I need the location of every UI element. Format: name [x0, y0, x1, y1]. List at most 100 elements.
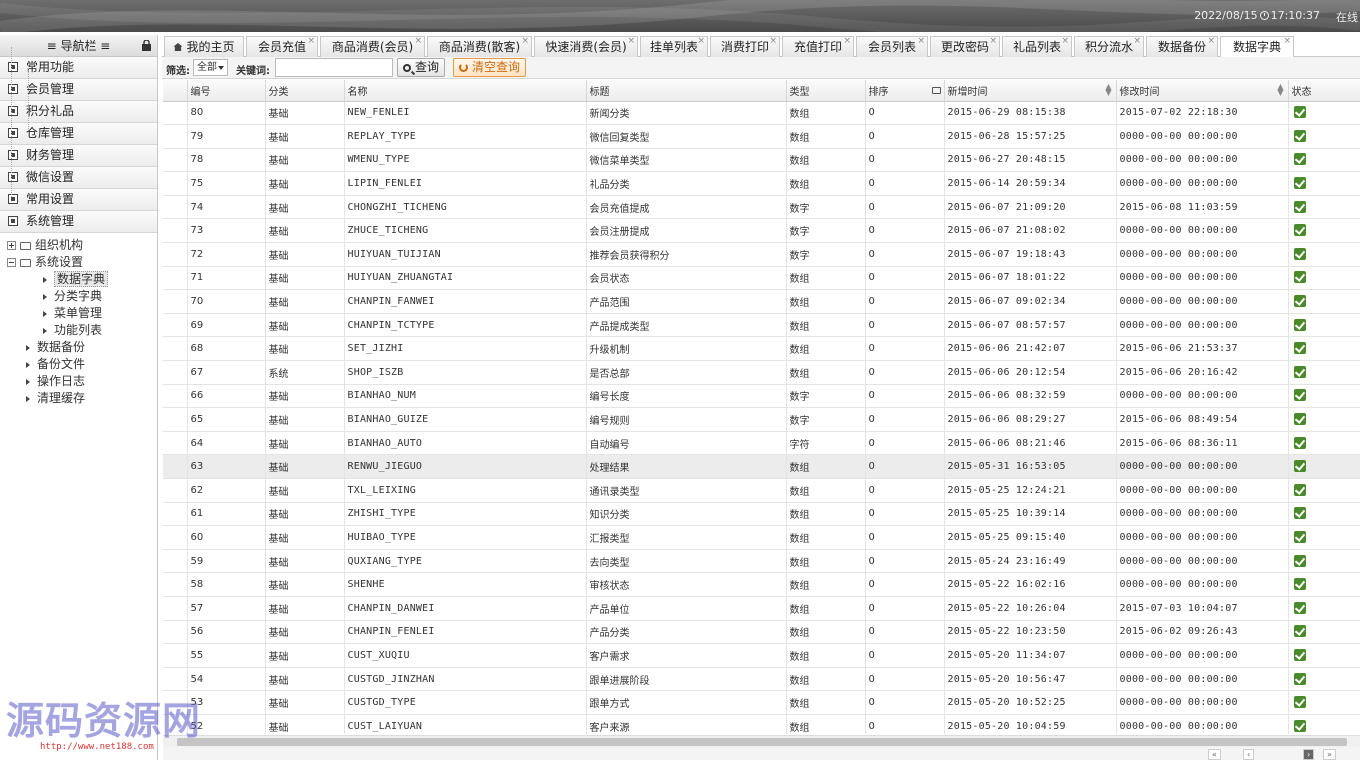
close-icon[interactable]: ×	[843, 31, 851, 51]
tree-node-menu-manage[interactable]: 菜单管理	[0, 305, 157, 322]
close-icon[interactable]: ×	[1283, 31, 1291, 51]
close-icon[interactable]: ×	[521, 31, 529, 51]
sidebar-item-wechat[interactable]: 微信设置	[0, 167, 157, 189]
check-icon[interactable]	[1293, 672, 1306, 685]
check-icon[interactable]	[1293, 507, 1306, 520]
clear-query-button[interactable]: 清空查询	[453, 58, 527, 77]
search-button[interactable]: 查询	[397, 58, 446, 77]
close-icon[interactable]: ×	[414, 31, 422, 51]
sidebar-item-common[interactable]: 常用功能	[0, 57, 157, 79]
tree-node-org[interactable]: 组织机构	[0, 237, 157, 254]
table-row[interactable]: 57 基础 CHANPIN_DANWEI 产品单位 数组 0 2015-05-22 10:2…	[163, 596, 1360, 621]
table-row[interactable]: 72 基础 HUIYUAN_TUIJIAN 推荐会员获得积分 数字 0 2015-06-07…	[163, 242, 1360, 267]
check-icon[interactable]	[1293, 247, 1306, 260]
check-icon[interactable]	[1293, 177, 1306, 190]
check-icon[interactable]	[1293, 295, 1306, 308]
check-icon[interactable]	[1293, 318, 1306, 331]
table-row[interactable]: 71 基础 HUIYUAN_ZHUANGTAI 会员状态 数组 0 2015-06-07 1…	[163, 266, 1360, 291]
sidebar-item-settings[interactable]: 常用设置	[0, 189, 157, 211]
lock-icon[interactable]	[142, 40, 151, 51]
table-row[interactable]: 55 基础 CUST_XUQIU 客户需求 数组 0 2015-05-20 11:34:07…	[163, 643, 1360, 668]
close-icon[interactable]: ×	[1061, 31, 1069, 51]
check-icon[interactable]	[1293, 342, 1306, 355]
tab-home[interactable]: 我的主页	[164, 36, 244, 57]
table-row[interactable]: 75 基础 LIPIN_FENLEI 礼品分类 数组 0 2015-06-14 20:59:…	[163, 171, 1360, 196]
tree-expand-icon[interactable]	[7, 241, 16, 250]
table-row[interactable]: 56 基础 CHANPIN_FENLEI 产品分类 数组 0 2015-05-22 10:2…	[163, 620, 1360, 645]
tab-recharge-print[interactable]: 充值打印 ×	[782, 36, 854, 57]
column-id[interactable]: 编号	[187, 80, 266, 102]
tab-change-password[interactable]: 更改密码 ×	[930, 36, 1000, 57]
tree-node-backup[interactable]: 数据备份	[0, 339, 157, 356]
tab-gift-list[interactable]: 礼品列表 ×	[1002, 36, 1072, 57]
tab-consume-member[interactable]: 商品消费(会员) ×	[320, 36, 425, 57]
check-icon[interactable]	[1293, 625, 1306, 638]
table-row[interactable]: 67 系统 SHOP_ISZB 是否总部 数组 0 2015-06-06 20:12:54 2…	[163, 360, 1360, 385]
table-row[interactable]: 52 基础 CUST_LAIYUAN 客户来源 数组 0 2015-05-20 10:04:…	[163, 714, 1360, 734]
check-icon[interactable]	[1293, 153, 1306, 166]
table-row[interactable]: 73 基础 ZHUCE_TICHENG 会员注册提成 数字 0 2015-06-07 21:…	[163, 218, 1360, 244]
tree-node-function-list[interactable]: 功能列表	[0, 322, 157, 339]
tab-quick-consume[interactable]: 快速消费(会员) ×	[534, 36, 638, 57]
check-icon[interactable]	[1293, 601, 1306, 614]
check-icon[interactable]	[1293, 389, 1306, 402]
close-icon[interactable]: ×	[627, 31, 635, 51]
sidebar-item-members[interactable]: 会员管理	[0, 79, 157, 101]
check-icon[interactable]	[1293, 483, 1306, 496]
check-icon[interactable]	[1293, 365, 1306, 378]
column-title[interactable]: 标题	[586, 80, 787, 102]
tree-collapse-icon[interactable]	[7, 258, 16, 267]
column-created[interactable]: 新增时间 ▲ ▼	[944, 80, 1117, 102]
table-row[interactable]: 62 基础 TXL_LEIXING 通讯录类型 数组 0 2015-05-25 12:24:…	[163, 478, 1360, 503]
check-icon[interactable]	[1293, 106, 1306, 119]
tab-member-list[interactable]: 会员列表 ×	[856, 36, 928, 57]
pager-button[interactable]: ›	[1303, 749, 1315, 760]
table-row[interactable]: 65 基础 BIANHAO_GUIZE 编号规则 数字 0 2015-06-06 08:29…	[163, 407, 1360, 432]
tab-pending-orders[interactable]: 挂单列表 ×	[640, 36, 708, 57]
tree-node-oplog[interactable]: 操作日志	[0, 373, 157, 390]
check-icon[interactable]	[1293, 200, 1306, 213]
table-row[interactable]: 66 基础 BIANHAO_NUM 编号长度 数字 0 2015-06-06 08:32:5…	[163, 384, 1360, 409]
column-modified[interactable]: 修改时间 ▲ ▼	[1116, 80, 1289, 102]
sidebar-item-system[interactable]: 系统管理	[0, 211, 157, 233]
check-icon[interactable]	[1293, 413, 1306, 426]
check-icon[interactable]	[1293, 460, 1306, 473]
table-row[interactable]: 58 基础 SHENHE 审核状态 数组 0 2015-05-22 16:02:16 0000…	[163, 572, 1360, 597]
tab-points-flow[interactable]: 积分流水 ×	[1074, 36, 1144, 57]
column-category[interactable]: 分类	[265, 80, 345, 102]
table-row[interactable]: 68 基础 SET_JIZHI 升级机制 数组 0 2015-06-06 21:42:07 2…	[163, 336, 1360, 362]
close-icon[interactable]: ×	[307, 31, 315, 51]
check-icon[interactable]	[1293, 578, 1306, 591]
column-sort[interactable]: 排序	[865, 80, 945, 102]
column-name[interactable]: 名称	[344, 80, 587, 102]
table-row[interactable]: 70 基础 CHANPIN_FANWEI 产品范围 数组 0 2015-06-07 09:0…	[163, 289, 1360, 314]
horizontal-scrollbar[interactable]	[163, 735, 1360, 747]
check-icon[interactable]	[1293, 530, 1306, 543]
tree-node-data-dict[interactable]: 数据字典	[0, 271, 157, 288]
table-row[interactable]: 61 基础 ZHISHI_TYPE 知识分类 数组 0 2015-05-25 10:39:1…	[163, 502, 1360, 527]
check-icon[interactable]	[1293, 436, 1306, 449]
sidebar-item-finance[interactable]: 财务管理	[0, 145, 157, 167]
tab-consume-guest[interactable]: 商品消费(散客) ×	[427, 36, 532, 57]
table-row[interactable]: 53 基础 CUSTGD_TYPE 跟单方式 数组 0 2015-05-20 10:52:2…	[163, 690, 1360, 715]
check-icon[interactable]	[1293, 271, 1306, 284]
table-row[interactable]: 59 基础 QUXIANG_TYPE 去向类型 数组 0 2015-05-24 23:16:…	[163, 549, 1360, 574]
close-icon[interactable]: ×	[917, 31, 925, 51]
pager-button[interactable]: ‹	[1243, 749, 1255, 760]
tab-member-recharge[interactable]: 会员充值 ×	[246, 36, 318, 57]
tab-data-backup[interactable]: 数据备份 ×	[1146, 36, 1218, 57]
tab-data-dictionary[interactable]: 数据字典 ×	[1220, 36, 1294, 58]
sidebar-item-warehouse[interactable]: 仓库管理	[0, 123, 157, 145]
table-row[interactable]: 80 基础 NEW_FENLEI 新闻分类 数组 0 2015-06-29 08:15:38…	[163, 101, 1360, 126]
check-icon[interactable]	[1293, 696, 1306, 709]
table-row[interactable]: 79 基础 REPLAY_TYPE 微信回复类型 数组 0 2015-06-28 15:57…	[163, 124, 1360, 149]
check-icon[interactable]	[1293, 719, 1306, 732]
table-row[interactable]: 69 基础 CHANPIN_TCTYPE 产品提成类型 数组 0 2015-06-07 08…	[163, 313, 1360, 338]
check-icon[interactable]	[1293, 648, 1306, 661]
tree-node-sys[interactable]: 系统设置	[0, 254, 157, 271]
tree-node-clear-cache[interactable]: 清理缓存	[0, 390, 157, 407]
pager-button[interactable]: «	[1208, 749, 1221, 760]
table-row[interactable]: 63 基础 RENWU_JIEGUO 处理结果 数组 0 2015-05-31 16:53:…	[163, 454, 1360, 479]
column-type[interactable]: 类型	[786, 80, 866, 102]
check-icon[interactable]	[1293, 129, 1306, 142]
